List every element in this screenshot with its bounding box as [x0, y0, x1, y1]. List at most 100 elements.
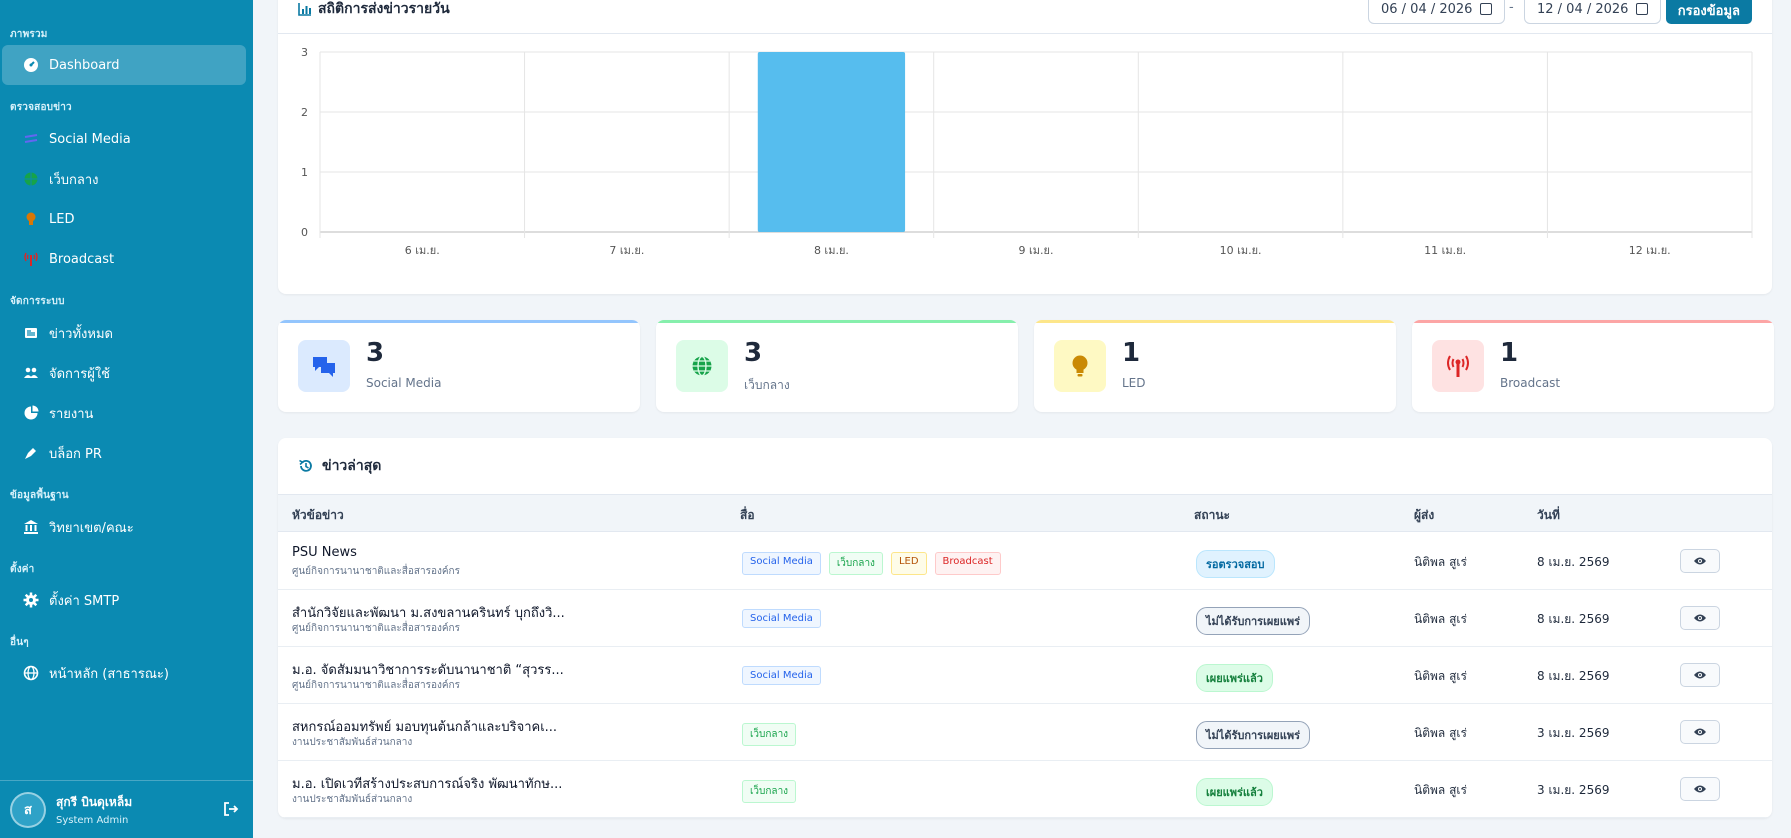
tachometer-icon: [22, 56, 40, 74]
media-tag: LED: [890, 552, 927, 575]
media-tag: เว็บกลาง: [742, 723, 797, 746]
chart-pie-icon: [22, 404, 40, 422]
sidebar-item-users[interactable]: จัดการผู้ใช้: [2, 353, 246, 393]
stat-accent-bar: [656, 320, 1018, 323]
y-tick-label: 1: [301, 166, 308, 179]
status-badge: เผยแพร่แล้ว: [1196, 778, 1273, 806]
status-badge: รอตรวจสอบ: [1196, 550, 1275, 578]
filter-button[interactable]: กรองข้อมูล: [1665, 0, 1752, 24]
lightbulb-icon: [22, 210, 40, 228]
stat-accent-bar: [1412, 320, 1774, 323]
chart-title: สถิติการส่งข่าวรายวัน: [298, 0, 450, 20]
news-source: ศูนย์กิจการนานาชาติและสื่อสารองค์กร: [292, 566, 460, 577]
date-from-input[interactable]: 06 / 04 / 2026: [1368, 0, 1506, 24]
table-row: ม.อ. เปิดเวทีสร้างประสบการณ์จริง พัฒนาทั…: [278, 761, 1772, 818]
stat-label: Broadcast: [1500, 376, 1561, 390]
sidebar-item-social-media[interactable]: Social Media: [2, 119, 246, 159]
news-sender: นิติพล สูเร่: [1414, 669, 1467, 683]
news-source: ศูนย์กิจการนานาชาติและสื่อสารองค์กร: [292, 623, 460, 634]
date-from-value: 06 / 04 / 2026: [1381, 1, 1473, 17]
stat-value: 3: [366, 338, 385, 368]
column-header-date: วันที่: [1537, 508, 1560, 522]
user-name: สุกรี บินดุเหล็ม: [56, 795, 133, 809]
x-tick-label: 12 เม.ย.: [1629, 244, 1671, 257]
media-tags: เว็บกลาง: [742, 780, 797, 803]
chart-bar: [757, 52, 906, 232]
sidebar-item-allnews[interactable]: ข่าวทั้งหมด: [2, 313, 246, 353]
avatar: ส: [10, 791, 46, 828]
media-tags: เว็บกลาง: [742, 723, 797, 746]
sidebar-item-broadcast[interactable]: Broadcast: [2, 239, 246, 279]
column-header-sender: ผู้ส่ง: [1414, 508, 1435, 522]
stat-card: 1 LED: [1034, 320, 1396, 412]
sidebar-section-overview: ภาพรวม: [10, 29, 48, 40]
sidebar-item-blog[interactable]: บล็อก PR: [2, 433, 246, 473]
media-tag: เว็บกลาง: [828, 552, 883, 575]
news-source: งานประชาสัมพันธ์ส่วนกลาง: [292, 794, 413, 805]
calendar-icon[interactable]: [1480, 3, 1493, 15]
x-tick-label: 7 เม.ย.: [609, 244, 644, 257]
news-title: สำนักวิจัยและพัฒนา ม.สงขลานครินทร์ บุกถึ…: [292, 606, 565, 621]
view-button[interactable]: [1680, 720, 1720, 744]
news-sender: นิติพล สูเร่: [1414, 612, 1467, 626]
table-row: สำนักวิจัยและพัฒนา ม.สงขลานครินทร์ บุกถึ…: [278, 590, 1772, 647]
news-date: 8 เม.ย. 2569: [1537, 555, 1610, 569]
column-header-media: สื่อ: [740, 508, 755, 522]
hashtag-icon: [22, 130, 40, 148]
sidebar-item-label: จัดการผู้ใช้: [49, 366, 111, 382]
sidebar-section-settings: ตั้งค่า: [10, 564, 35, 575]
sidebar-item-label: Social Media: [49, 131, 131, 147]
stat-card: 3 เว็บกลาง: [656, 320, 1018, 412]
sidebar-section-other: อื่นๆ: [10, 637, 29, 648]
sidebar-item-label: LED: [49, 211, 75, 227]
x-tick-label: 8 เม.ย.: [814, 244, 849, 257]
stat-card: 3 Social Media: [278, 320, 640, 412]
logout-icon[interactable]: [223, 801, 239, 817]
chart-bar-icon: [298, 3, 311, 16]
chart-header: สถิติการส่งข่าวรายวัน 06 / 04 / 2026 - 1…: [278, 0, 1772, 34]
news-sender: นิติพล สูเร่: [1414, 555, 1467, 569]
view-button[interactable]: [1680, 606, 1720, 630]
sidebar-item-label: วิทยาเขต/คณะ: [49, 520, 134, 536]
stat-value: 3: [744, 338, 763, 368]
users-icon: [22, 364, 40, 382]
broadcast-tower-icon: [22, 250, 40, 268]
news-source: ศูนย์กิจการนานาชาติและสื่อสารองค์กร: [292, 680, 460, 691]
news-title: ม.อ. เปิดเวทีสร้างประสบการณ์จริง พัฒนาทั…: [292, 777, 563, 792]
view-button[interactable]: [1680, 549, 1720, 573]
chart-title-text: สถิติการส่งข่าวรายวัน: [318, 1, 450, 17]
sidebar-item-label: Dashboard: [49, 57, 120, 73]
eye-icon: [1694, 614, 1706, 622]
sidebar-section-manage: จัดการระบบ: [10, 296, 65, 307]
eye-icon: [1694, 728, 1706, 736]
sidebar-item-led[interactable]: LED: [2, 199, 246, 239]
view-button[interactable]: [1680, 663, 1720, 687]
table-row: ม.อ. จัดสัมมนาวิชาการระดับนานาชาติ “สุวร…: [278, 647, 1772, 704]
column-header-title: หัวข้อข่าว: [292, 508, 344, 522]
news-source: งานประชาสัมพันธ์ส่วนกลาง: [292, 737, 413, 748]
sidebar-item-reports[interactable]: รายงาน: [2, 393, 246, 433]
x-tick-label: 6 เม.ย.: [405, 244, 440, 257]
sidebar-item-dashboard[interactable]: Dashboard: [2, 45, 246, 85]
broadcast-tower-icon: [1432, 340, 1484, 392]
y-tick-label: 0: [301, 226, 308, 239]
date-to-input[interactable]: 12 / 04 / 2026: [1524, 0, 1662, 24]
stat-card: 1 Broadcast: [1412, 320, 1774, 412]
news-sender: นิติพล สูเร่: [1414, 783, 1467, 797]
globe-icon: [22, 664, 40, 682]
x-tick-label: 11 เม.ย.: [1424, 244, 1466, 257]
sidebar-item-smtp[interactable]: ตั้งค่า SMTP: [2, 580, 246, 620]
view-button[interactable]: [1680, 777, 1720, 801]
calendar-icon[interactable]: [1636, 3, 1649, 15]
sidebar-item-webcenter[interactable]: เว็บกลาง: [2, 159, 246, 199]
sidebar-section-base: ข้อมูลพื้นฐาน: [10, 490, 69, 501]
sidebar-item-campus[interactable]: วิทยาเขต/คณะ: [2, 507, 246, 547]
column-header-status: สถานะ: [1194, 508, 1230, 522]
media-tag: Social Media: [742, 552, 821, 575]
latest-news-card: ข่าวล่าสุด หัวข้อข่าว สื่อ สถานะ ผู้ส่ง …: [278, 438, 1772, 818]
sidebar-item-home[interactable]: หน้าหลัก (สาธารณะ): [2, 653, 246, 693]
stat-label: Social Media: [366, 376, 442, 390]
globe-icon: [676, 340, 728, 392]
eye-icon: [1694, 557, 1706, 565]
media-tags: Social Media: [742, 666, 821, 685]
